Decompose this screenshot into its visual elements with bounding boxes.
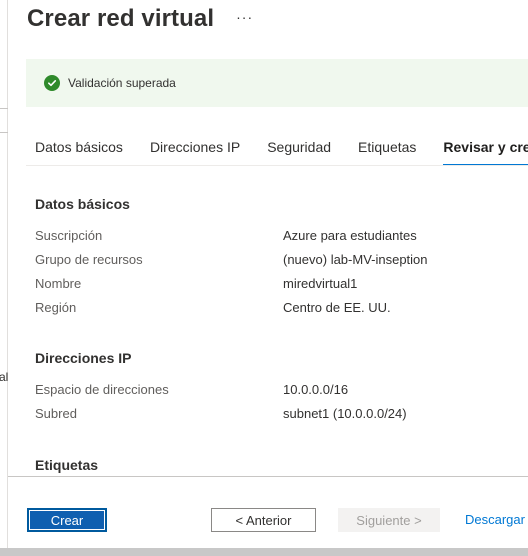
summary-label: Nombre xyxy=(35,276,82,291)
background-divider xyxy=(0,132,8,133)
validation-message: Validación superada xyxy=(68,76,176,90)
background-blade-edge: al xyxy=(0,0,8,548)
summary-label: Región xyxy=(35,300,77,315)
summary-row: Región Centro de EE. UU. xyxy=(35,300,528,318)
tab-revisar-y-crear[interactable]: Revisar y crear xyxy=(443,132,528,166)
summary-row: Nombre miredvirtual1 xyxy=(35,276,528,294)
previous-button[interactable]: < Anterior xyxy=(211,508,316,532)
tab-etiquetas[interactable]: Etiquetas xyxy=(358,132,416,166)
summary-label: Espacio de direcciones xyxy=(35,382,169,397)
summary-row: Espacio de direcciones 10.0.0.0/16 xyxy=(35,382,528,400)
create-button[interactable]: Crear xyxy=(27,508,107,532)
download-template-link[interactable]: Descargar xyxy=(465,512,525,527)
summary-row: Suscripción Azure para estudiantes xyxy=(35,228,528,246)
summary-value: Centro de EE. UU. xyxy=(283,300,391,315)
page-title: Crear red virtual xyxy=(27,5,215,32)
summary-value: Azure para estudiantes xyxy=(283,228,417,243)
tab-datos-basicos[interactable]: Datos básicos xyxy=(35,132,123,166)
summary-value: subnet1 (10.0.0.0/24) xyxy=(283,406,407,421)
wizard-tabs: Datos básicos Direcciones IP Seguridad E… xyxy=(35,132,528,166)
success-check-icon xyxy=(44,75,60,91)
footer-divider xyxy=(8,476,528,477)
summary-label: Suscripción xyxy=(35,228,103,243)
background-divider xyxy=(0,108,8,109)
tab-seguridad[interactable]: Seguridad xyxy=(267,132,331,166)
bottom-scroll-bar xyxy=(0,548,528,556)
section-title-tags: Etiquetas xyxy=(35,457,99,473)
summary-row: Grupo de recursos (nuevo) lab-MV-insepti… xyxy=(35,252,528,270)
section-title-basics: Datos básicos xyxy=(35,196,130,212)
more-options-icon[interactable]: ··· xyxy=(236,9,253,25)
summary-value: 10.0.0.0/16 xyxy=(283,382,349,397)
blade-header: Crear red virtual ··· xyxy=(27,4,253,34)
section-title-ip: Direcciones IP xyxy=(35,350,132,366)
summary-row: Subred subnet1 (10.0.0.0/24) xyxy=(35,406,528,424)
tabs-divider xyxy=(26,165,528,166)
summary-value: (nuevo) lab-MV-inseption xyxy=(283,252,428,267)
tab-direcciones-ip[interactable]: Direcciones IP xyxy=(150,132,240,166)
create-vnet-blade: Crear red virtual ··· Validación superad… xyxy=(8,0,528,548)
summary-value: miredvirtual1 xyxy=(283,276,358,291)
summary-label: Grupo de recursos xyxy=(35,252,143,267)
next-button[interactable]: Siguiente > xyxy=(338,508,440,532)
validation-banner: Validación superada xyxy=(26,59,528,107)
summary-label: Subred xyxy=(35,406,77,421)
